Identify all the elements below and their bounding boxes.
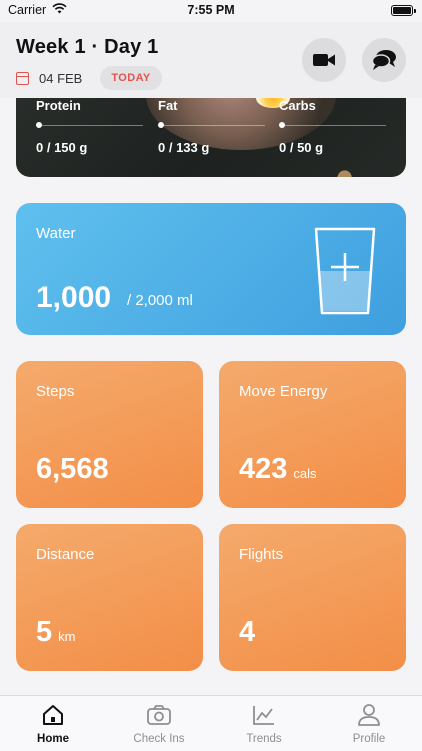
calendar-icon[interactable] [16,71,29,85]
tab-profile[interactable]: Profile [327,702,411,745]
camera-icon [117,702,201,728]
date-label[interactable]: 04 FEB [39,71,82,86]
macro-protein: Protein 0 / 150 g [36,98,143,155]
tab-label: Trends [246,733,282,745]
status-bar: Carrier 7:55 PM [0,0,422,22]
macro-name: Carbs [279,98,316,113]
macro-value: 0 / 50 g [279,140,324,155]
steps-card[interactable]: Steps 6,568 [16,361,203,508]
water-amount: 1,000 [36,281,112,314]
move-energy-label: Move Energy [239,383,328,400]
steps-label: Steps [36,383,75,400]
today-button[interactable]: TODAY [100,66,162,90]
water-card[interactable]: Water 1,000 / 2,000 ml [16,203,406,335]
peanut-image [332,168,354,177]
tab-label: Home [37,733,69,745]
tab-home[interactable]: Home [11,702,95,745]
distance-label: Distance [36,546,95,563]
distance-card[interactable]: Distance 5 km [16,524,203,671]
video-camera-icon [313,54,335,66]
macro-fat: Fat 0 / 133 g [158,98,265,155]
move-energy-unit: cals [293,466,317,481]
progress-track [39,125,143,126]
progress-track [161,125,265,126]
flights-label: Flights [239,546,284,563]
tab-label: Profile [352,733,386,745]
video-call-button[interactable] [302,38,346,82]
move-energy-value: 423 cals [239,453,317,485]
clock: 7:55 PM [187,3,235,17]
tab-label: Check Ins [133,733,185,745]
date-row: 04 FEB TODAY [16,66,162,90]
chart-icon [222,702,306,728]
flights-card[interactable]: Flights 4 [219,524,406,671]
macro-value: 0 / 150 g [36,140,88,155]
chat-button[interactable] [362,38,406,82]
tab-bar: Home Check Ins Trends Profile [0,695,422,751]
macro-value: 0 / 133 g [158,140,210,155]
tab-trends[interactable]: Trends [222,702,306,745]
tab-check-ins[interactable]: Check Ins [117,702,201,745]
distance-unit: km [58,629,76,644]
home-icon [11,702,95,728]
steps-value: 6,568 [36,453,109,485]
macro-name: Protein [36,98,81,113]
person-icon [327,702,411,728]
macro-name: Fat [158,98,178,113]
battery-icon [391,5,416,16]
page-header: Week 1 · Day 1 04 FEB TODAY [0,22,422,98]
water-target: / 2,000 ml [127,292,193,309]
progress-track [282,125,386,126]
page-title: Week 1 · Day 1 [16,36,159,58]
move-energy-card[interactable]: Move Energy 423 cals [219,361,406,508]
water-glass-plus-icon [314,227,376,315]
add-water-button[interactable] [312,225,378,322]
water-label: Water [36,225,76,242]
macro-carbs: Carbs 0 / 50 g [279,98,386,155]
distance-value: 5 km [36,616,76,648]
flights-value: 4 [239,616,256,648]
chat-bubbles-icon [371,50,396,70]
